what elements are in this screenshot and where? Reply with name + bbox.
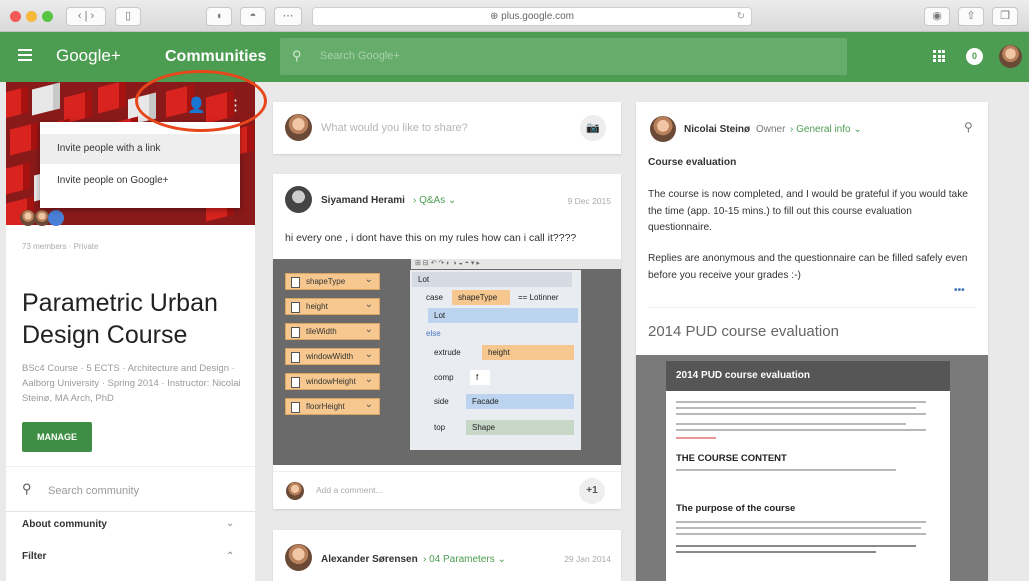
tabs-icon[interactable]: ❐ — [992, 7, 1018, 26]
app-header: Google+ Communities ⚲ Search Google+ 0 — [0, 32, 1029, 82]
author-avatar[interactable] — [285, 186, 312, 213]
comment-input[interactable]: Add a comment... — [316, 485, 383, 495]
rule-workspace: Lot case shapeType == Lotinner Lot else … — [410, 270, 581, 450]
code-block: tileWidth — [285, 322, 380, 340]
post-category[interactable]: › 04 Parameters ⌄ — [423, 554, 506, 565]
ws-case: case — [426, 293, 443, 302]
chevron-up-icon[interactable]: ⌃ — [226, 551, 234, 562]
plus-one-button[interactable]: +1 — [579, 478, 605, 504]
post-category[interactable]: › General info ⌄ — [790, 124, 862, 135]
ws-case-op: == Lotinner — [518, 293, 559, 302]
author-avatar[interactable] — [285, 544, 312, 571]
share-placeholder: What would you like to share? — [321, 122, 468, 134]
brand-logo[interactable]: Google+ — [56, 46, 121, 66]
author-role: Owner — [756, 124, 786, 135]
ws-else: else — [426, 329, 441, 338]
user-avatar — [285, 114, 312, 141]
ws-lot: Lot — [412, 272, 572, 287]
preview-header: 2014 PUD course evaluation — [666, 361, 950, 391]
ws-shape: Shape — [466, 420, 574, 435]
post-paragraph: The course is now completed, and I would… — [648, 189, 968, 233]
extension-icon[interactable]: ◖ — [206, 7, 232, 26]
notifications-badge[interactable]: 0 — [966, 48, 983, 65]
share-icon[interactable]: ⇧ — [958, 7, 984, 26]
more-icon[interactable]: ••• — [954, 283, 965, 300]
user-avatar — [286, 482, 304, 500]
back-forward-icon[interactable]: ‹ | › — [66, 7, 106, 26]
chevron-down-icon[interactable]: ⌄ — [226, 518, 234, 529]
post-date: 29 Jan 2014 — [564, 554, 611, 564]
minimize-window-icon[interactable] — [26, 11, 37, 22]
shield-icon[interactable]: ◓ — [240, 7, 266, 26]
author-avatar[interactable] — [650, 116, 676, 142]
ws-comp: comp — [434, 373, 454, 382]
invite-link-item[interactable]: Invite people with a link — [40, 134, 240, 164]
member-avatar — [48, 210, 64, 226]
post-author[interactable]: Alexander Sørensen — [321, 554, 418, 565]
pin-icon[interactable]: ⚲ — [964, 120, 973, 134]
close-window-icon[interactable] — [10, 11, 21, 22]
filter-row[interactable]: Filter — [22, 551, 46, 562]
ws-top: top — [434, 423, 446, 432]
zoom-window-icon[interactable] — [42, 11, 53, 22]
post-heading: Course evaluation — [648, 157, 737, 168]
post-author[interactable]: Nicolai Steinø — [684, 124, 750, 135]
share-box[interactable]: What would you like to share? 📷 — [273, 102, 621, 154]
post-category[interactable]: › Q&As ⌄ — [413, 195, 456, 206]
code-block: windowWidth — [285, 347, 380, 365]
preview-section: The purpose of the course — [676, 503, 796, 514]
preview-section: THE COURSE CONTENT — [676, 453, 787, 464]
preview-document: 2014 PUD course evaluation THE COURSE CO… — [666, 361, 950, 581]
link-title[interactable]: 2014 PUD course evaluation — [648, 323, 839, 340]
manage-button[interactable]: MANAGE — [22, 422, 92, 452]
download-icon[interactable]: ◉ — [924, 7, 950, 26]
ws-case-block: shapeType — [452, 290, 510, 305]
address-bar[interactable]: ⊕ plus.google.com ↻ — [312, 7, 752, 26]
code-block: floorHeight — [285, 397, 380, 415]
member-count: 73 members · Private — [22, 242, 99, 251]
apps-grid-icon[interactable] — [933, 50, 945, 62]
community-title: Parametric Urban Design Course — [22, 289, 218, 349]
search-icon: ⚲ — [22, 481, 32, 496]
ws-side: side — [434, 397, 449, 406]
ws-extrude: extrude — [434, 348, 461, 357]
post-card: Alexander Sørensen › 04 Parameters ⌄ 29 … — [273, 530, 621, 581]
sidebar-toggle-icon[interactable]: ▯ — [115, 7, 141, 26]
ws-comp-arg: f — [470, 370, 490, 385]
community-search-placeholder: Search community — [48, 485, 140, 497]
community-search[interactable]: ⚲ Search community — [6, 466, 255, 512]
post-date: 9 Dec 2015 — [567, 196, 611, 206]
account-avatar[interactable] — [999, 45, 1022, 68]
community-description: BSc4 Course · 5 ECTS · Architecture and … — [22, 363, 241, 404]
image-toolbar: ⊞ ⊟ ↶ ↷ ◐ ◑ ◒ ◓ ▾ ▸ — [411, 259, 621, 269]
section-title[interactable]: Communities — [165, 48, 266, 66]
browser-toolbar: ‹ | › ▯ ◖ ◓ ⋯ ⊕ plus.google.com ↻ ◉ ⇧ ❐ — [0, 0, 1029, 32]
search-placeholder: Search Google+ — [320, 50, 400, 62]
code-block: windowHeight — [285, 372, 380, 390]
search-input[interactable]: ⚲ Search Google+ — [280, 38, 847, 75]
post-author[interactable]: Siyamand Herami — [321, 195, 405, 206]
annotation-circle — [135, 70, 267, 132]
search-icon: ⚲ — [292, 48, 302, 63]
ws-lot-inner: Lot — [428, 308, 578, 323]
post-image[interactable]: ⊞ ⊟ ↶ ↷ ◐ ◑ ◒ ◓ ▾ ▸ shapeType height til… — [273, 259, 621, 465]
code-block: height — [285, 297, 380, 315]
post-paragraph: Replies are anonymous and the questionna… — [648, 253, 968, 281]
ws-extrude-arg: height — [482, 345, 574, 360]
reload-icon[interactable]: ↻ — [737, 8, 745, 25]
ws-facade: Facade — [466, 394, 574, 409]
pinned-post: Nicolai Steinø Owner › General info ⌄ ⚲ … — [636, 102, 988, 581]
comment-row: Add a comment... +1 — [273, 471, 621, 509]
post-text: hi every one , i dont have this on my ru… — [285, 232, 577, 244]
camera-icon[interactable]: 📷 — [580, 115, 606, 141]
code-block: shapeType — [285, 272, 380, 290]
link-preview[interactable]: 2014 PUD course evaluation THE COURSE CO… — [636, 355, 988, 581]
invite-dropdown: Invite people with a link Invite people … — [40, 122, 240, 208]
invite-googleplus-item[interactable]: Invite people on Google+ — [40, 166, 240, 196]
menu-icon[interactable] — [18, 49, 32, 61]
more-icon[interactable]: ⋯ — [274, 7, 302, 26]
post-card: Siyamand Herami › Q&As ⌄ 9 Dec 2015 hi e… — [273, 174, 621, 509]
about-community-row[interactable]: About community — [22, 519, 107, 530]
